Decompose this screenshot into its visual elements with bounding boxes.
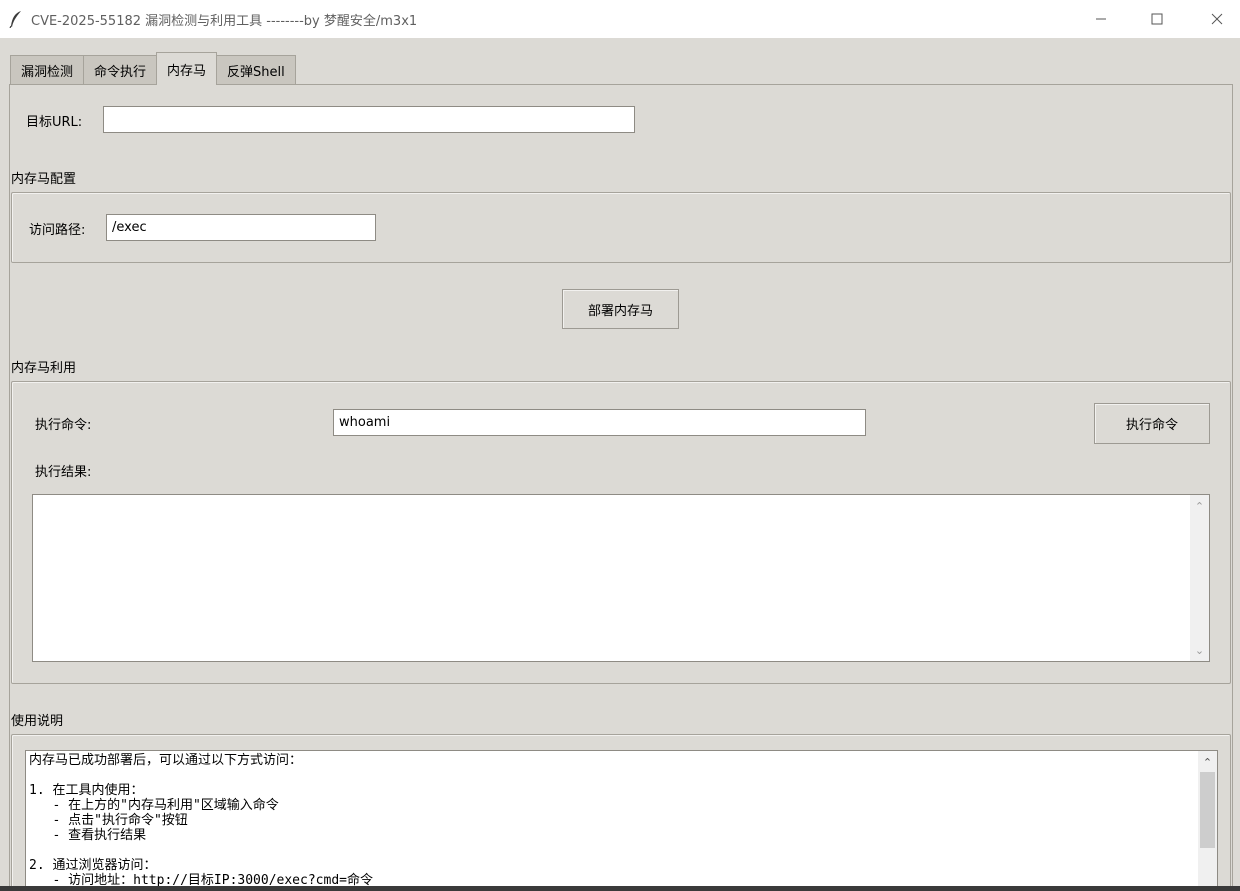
target-url-input[interactable] xyxy=(103,106,635,133)
scroll-thumb[interactable] xyxy=(1200,772,1215,848)
command-input[interactable] xyxy=(333,409,866,436)
command-label: 执行命令: xyxy=(35,418,92,433)
config-section-label: 内存马配置 xyxy=(11,172,77,187)
target-url-label: 目标URL: xyxy=(26,115,83,130)
exec-command-button[interactable]: 执行命令 xyxy=(1094,403,1210,444)
usage-text: 内存马已成功部署后，可以通过以下方式访问： 1. 在工具内使用： - 在上方的"… xyxy=(29,753,373,888)
path-label: 访问路径: xyxy=(29,223,86,238)
exploit-section-label: 内存马利用 xyxy=(11,361,77,376)
window-bottom-edge xyxy=(0,886,1240,891)
close-button[interactable] xyxy=(1194,0,1240,38)
tab-vuln-detect[interactable]: 漏洞检测 xyxy=(10,55,85,85)
tab-reverse-shell[interactable]: 反弹Shell xyxy=(216,55,296,85)
minimize-button[interactable] xyxy=(1078,0,1124,38)
scroll-up-arrow-icon[interactable]: ⌃ xyxy=(1190,497,1209,515)
deploy-memshell-button[interactable]: 部署内存马 xyxy=(562,289,679,329)
result-textarea[interactable]: ⌃ ⌄ xyxy=(32,494,1210,662)
result-label: 执行结果: xyxy=(35,465,92,480)
result-scrollbar[interactable]: ⌃ ⌄ xyxy=(1190,495,1209,661)
scroll-up-arrow-icon[interactable]: ⌃ xyxy=(1198,753,1217,771)
usage-scrollbar[interactable]: ⌃ xyxy=(1198,751,1217,891)
title-bar: CVE-2025-55182 漏洞检测与利用工具 --------by 梦醒安全… xyxy=(0,0,1240,38)
maximize-button[interactable] xyxy=(1134,0,1180,38)
tab-command-exec[interactable]: 命令执行 xyxy=(83,55,158,85)
tab-bar: 漏洞检测 命令执行 内存马 反弹Shell xyxy=(10,52,296,85)
usage-section-label: 使用说明 xyxy=(11,714,64,729)
scroll-down-arrow-icon[interactable]: ⌄ xyxy=(1190,641,1209,659)
feather-icon xyxy=(9,10,23,29)
usage-textarea[interactable]: 内存马已成功部署后，可以通过以下方式访问： 1. 在工具内使用： - 在上方的"… xyxy=(25,750,1218,891)
window-title: CVE-2025-55182 漏洞检测与利用工具 --------by 梦醒安全… xyxy=(31,13,418,29)
tab-memshell[interactable]: 内存马 xyxy=(156,52,218,85)
path-input[interactable] xyxy=(106,214,376,241)
